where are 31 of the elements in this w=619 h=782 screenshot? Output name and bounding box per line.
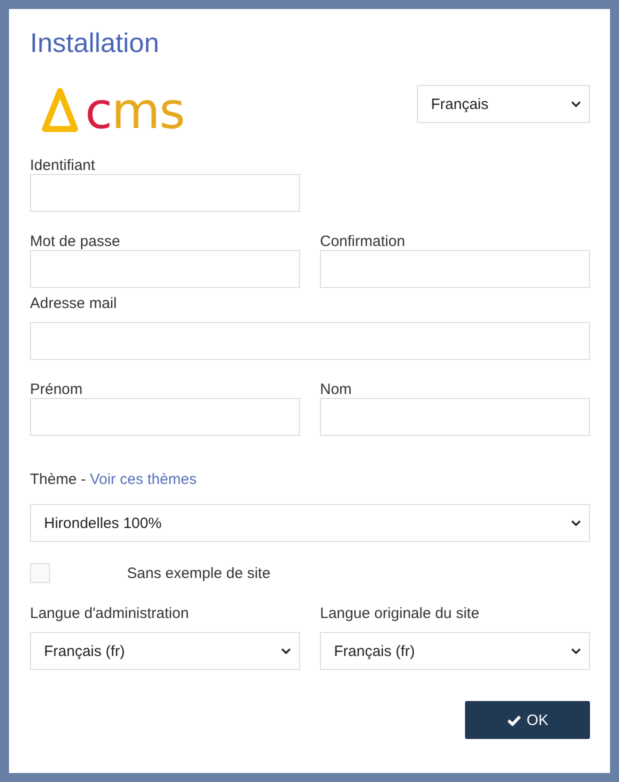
input-field[interactable] [30, 322, 590, 360]
language-select[interactable]: Français [417, 85, 590, 123]
ok-button[interactable]: OK [465, 701, 590, 739]
input-field[interactable] [30, 174, 300, 212]
chevron-icon [281, 648, 291, 654]
chevron-icon [571, 101, 581, 107]
input-field[interactable] [30, 398, 300, 436]
checkbox-label: Sans exemple de site [127, 564, 270, 582]
field-label: Identifiant [30, 157, 96, 174]
page-title: Installation [30, 28, 160, 58]
field-label: Mot de passe [30, 233, 120, 250]
logo-text: cms [85, 91, 184, 133]
field-label: Confirmation [320, 233, 406, 250]
language-select[interactable]: Français (fr) [30, 632, 300, 670]
theme-select[interactable]: Hirondelles 100% [30, 504, 590, 542]
chevron-icon [571, 520, 581, 526]
checkbox[interactable] [30, 563, 50, 583]
themes-link[interactable]: Voir ces thèmes [90, 471, 197, 488]
check-icon [506, 714, 521, 726]
field-label: Nom [320, 381, 352, 398]
language-select[interactable]: Français (fr) [320, 632, 590, 670]
field-label: Prénom [30, 381, 83, 398]
field-label: Adresse mail [30, 295, 117, 312]
field-label: Thème - [30, 471, 86, 488]
input-field[interactable] [320, 250, 590, 288]
logo-triangle-icon [41, 87, 79, 133]
input-field[interactable] [320, 398, 590, 436]
field-label: Langue d'administration [30, 605, 189, 622]
field-label: Langue originale du site [320, 605, 480, 622]
chevron-icon [571, 648, 581, 654]
input-field[interactable] [30, 250, 300, 288]
